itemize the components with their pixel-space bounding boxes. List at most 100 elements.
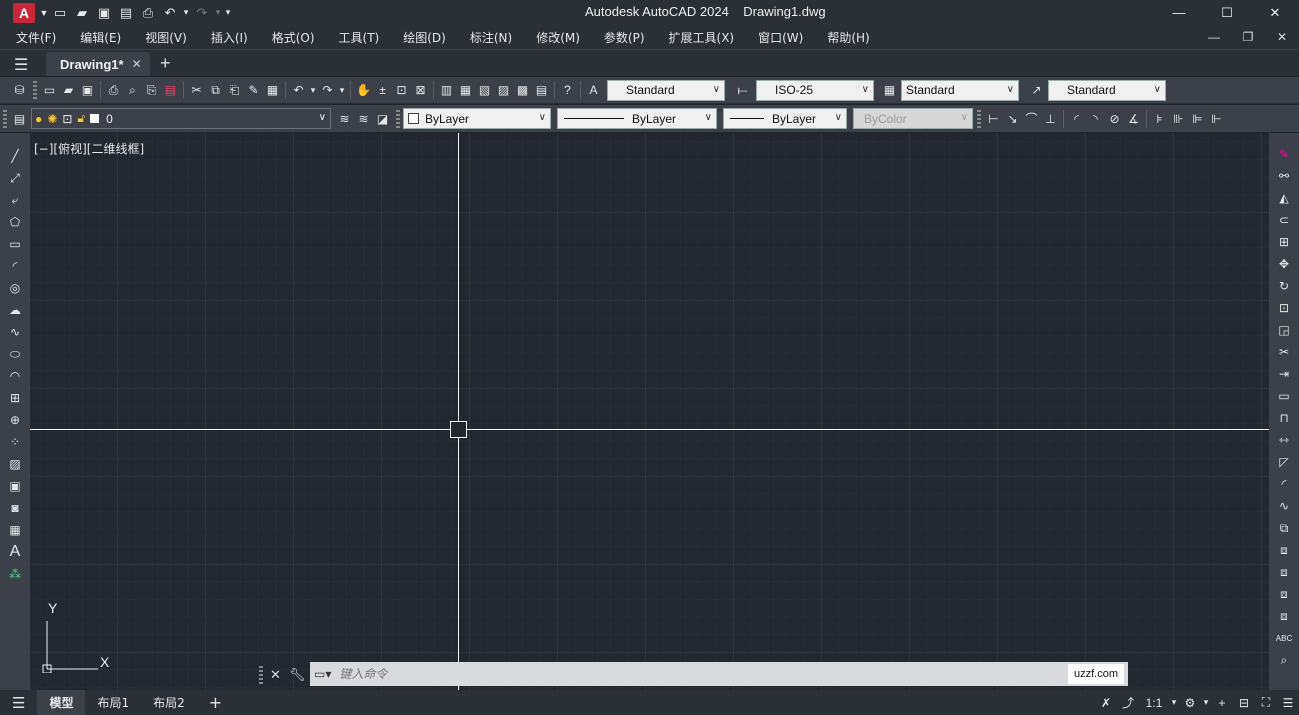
close-tab-icon[interactable]: ✕ [132, 57, 142, 71]
viewport-freeze-icon[interactable]: ⊡ [62, 112, 72, 126]
draworder-back-icon[interactable]: ⧈ [1273, 561, 1295, 583]
maximize-button[interactable]: ☐ [1203, 0, 1251, 25]
construction-line-icon[interactable]: ⤢ [4, 167, 26, 189]
menu-file[interactable]: 文件(F) [16, 29, 56, 46]
radius-icon[interactable]: ◜ [1067, 109, 1086, 129]
make-block-icon[interactable]: ⊕ [4, 409, 26, 431]
aligned-dim-icon[interactable]: ↘ [1003, 109, 1022, 129]
sheet-set-icon[interactable]: ▨ [494, 80, 513, 100]
make-current-layer-icon[interactable]: ≋ [335, 109, 354, 129]
spline-icon[interactable]: ∿ [4, 321, 26, 343]
layer-properties-icon[interactable]: ▤ [10, 109, 29, 129]
zoom-window-icon[interactable]: ⊡ [392, 80, 411, 100]
app-logo[interactable]: A [13, 2, 35, 23]
annotation-scale[interactable]: 1:1 [1139, 696, 1169, 710]
properties-icon[interactable]: ▥ [437, 80, 456, 100]
plotstyle-select[interactable]: ByColor ∨ [853, 108, 973, 129]
block-editor-icon[interactable]: ▦ [263, 80, 282, 100]
gradient-icon[interactable]: ▣ [4, 475, 26, 497]
polygon-icon[interactable]: ⬠ [4, 211, 26, 233]
ellipse-arc-icon[interactable]: ◠ [4, 365, 26, 387]
draworder-under-icon[interactable]: ⧈ [1273, 605, 1295, 627]
open-icon[interactable]: ▰ [59, 80, 78, 100]
circle-icon[interactable]: ◎ [4, 277, 26, 299]
viewport-controls-label[interactable]: [−][俯视][二维线框] [34, 140, 144, 157]
lineweight-select[interactable]: ByLayer ∨ [723, 108, 847, 129]
caret-down-icon[interactable]: ▾ [337, 80, 347, 100]
erase-icon[interactable]: ✎ [1273, 143, 1295, 165]
menu-edit[interactable]: 编辑(E) [80, 29, 121, 46]
annotation-monitor-icon[interactable]: + [1211, 696, 1233, 710]
spell-check-icon[interactable]: ABC [1273, 627, 1295, 649]
caret-down-icon[interactable]: ▾ [1201, 697, 1211, 708]
units-icon[interactable]: ⊟ [1233, 696, 1255, 710]
help-icon[interactable]: ? [558, 80, 577, 100]
paste-icon[interactable]: ⎗ [225, 80, 244, 100]
toolbar-grip[interactable] [33, 81, 37, 99]
undo-icon[interactable]: ↶ [159, 3, 181, 23]
linetype-select[interactable]: ByLayer ∨ [557, 108, 717, 129]
table-style-select[interactable]: Standard ∨ [901, 79, 1019, 101]
new-file-icon[interactable]: ▭ [49, 3, 71, 23]
rotate-icon[interactable]: ↻ [1273, 275, 1295, 297]
insert-block-icon[interactable]: ⊞ [4, 387, 26, 409]
toolbar-grip[interactable] [977, 109, 981, 128]
tab-drawing1[interactable]: Drawing1* ✕ [46, 52, 150, 76]
layer-states-icon[interactable]: ◪ [373, 109, 392, 129]
workspace-gear-icon[interactable]: ⚙ [1179, 696, 1201, 710]
toolbar-grip[interactable] [396, 109, 400, 128]
cut-icon[interactable]: ✂ [187, 80, 206, 100]
close-button[interactable]: ✕ [1251, 0, 1299, 25]
line-icon[interactable]: ╱ [4, 145, 26, 167]
table-style-icon[interactable]: ▦ [880, 80, 899, 100]
match-properties-icon[interactable]: ✎ [244, 80, 263, 100]
menu-modify[interactable]: 修改(M) [536, 29, 580, 46]
menu-insert[interactable]: 插入(I) [211, 29, 248, 46]
dwf-icon[interactable]: ▤ [161, 80, 180, 100]
design-center-icon[interactable]: ▦ [456, 80, 475, 100]
caret-down-icon[interactable]: ▾ [181, 3, 191, 23]
linear-dim-icon[interactable]: ⊢ [984, 109, 1003, 129]
lightbulb-icon[interactable]: ● [35, 112, 42, 126]
multileader-style-icon[interactable]: ↗ [1027, 80, 1046, 100]
undo-icon[interactable]: ↶ [289, 80, 308, 100]
rectangle-icon[interactable]: ▭ [4, 233, 26, 255]
polyline-icon[interactable]: ⤶ [4, 189, 26, 211]
hamburger-menu-icon[interactable]: ☰ [14, 55, 28, 75]
mirror-icon[interactable]: ◭ [1273, 187, 1295, 209]
toolbar-grip[interactable] [3, 109, 7, 128]
layer-select[interactable]: ● ✺ ⊡ 🔓︎ 0 ∨ [31, 108, 331, 129]
diameter-icon[interactable]: ⊘ [1105, 109, 1124, 129]
doc-minimize-button[interactable]: — [1197, 25, 1231, 49]
menu-dimension[interactable]: 标注(N) [470, 29, 512, 46]
color-select[interactable]: ByLayer ∨ [403, 108, 551, 129]
join-icon[interactable]: ⇿ [1273, 429, 1295, 451]
customize-wrench-icon[interactable]: 🔧︎ [289, 667, 306, 683]
arc-icon[interactable]: ◜ [4, 255, 26, 277]
menu-tools[interactable]: 工具(T) [339, 29, 380, 46]
baseline-icon[interactable]: ⊪ [1169, 109, 1188, 129]
find-text-icon[interactable]: ⌕ [1273, 649, 1295, 671]
tab-layout1[interactable]: 布局1 [85, 690, 141, 715]
close-command-icon[interactable]: ✕ [270, 667, 281, 683]
calculator-icon[interactable]: ▤ [532, 80, 551, 100]
dim-style-icon[interactable]: ⟝ [733, 80, 752, 100]
qnew-icon[interactable]: ▭ [40, 80, 59, 100]
doc-restore-button[interactable]: ❐ [1231, 25, 1265, 49]
menu-view[interactable]: 视图(V) [145, 29, 187, 46]
redo-icon[interactable]: ↷ [318, 80, 337, 100]
trim-icon[interactable]: ✂ [1273, 341, 1295, 363]
layer-previous-icon[interactable]: ≋ [354, 109, 373, 129]
table-icon[interactable]: ▦ [4, 519, 26, 541]
sun-icon[interactable]: ✺ [47, 112, 57, 126]
lock-icon[interactable]: 🔓︎ [77, 111, 85, 126]
doc-close-button[interactable]: ✕ [1265, 25, 1299, 49]
extend-icon[interactable]: ⇥ [1273, 363, 1295, 385]
caret-down-icon[interactable]: ▼ [39, 3, 49, 23]
add-selected-icon[interactable]: ⁂ [4, 563, 26, 585]
plot-icon[interactable]: ⎙ [104, 80, 123, 100]
zoom-previous-icon[interactable]: ⊠ [411, 80, 430, 100]
save-icon[interactable]: ▣ [78, 80, 97, 100]
hatch-icon[interactable]: ▨ [4, 453, 26, 475]
text-style-select[interactable]: Standard ∨ [607, 79, 725, 101]
